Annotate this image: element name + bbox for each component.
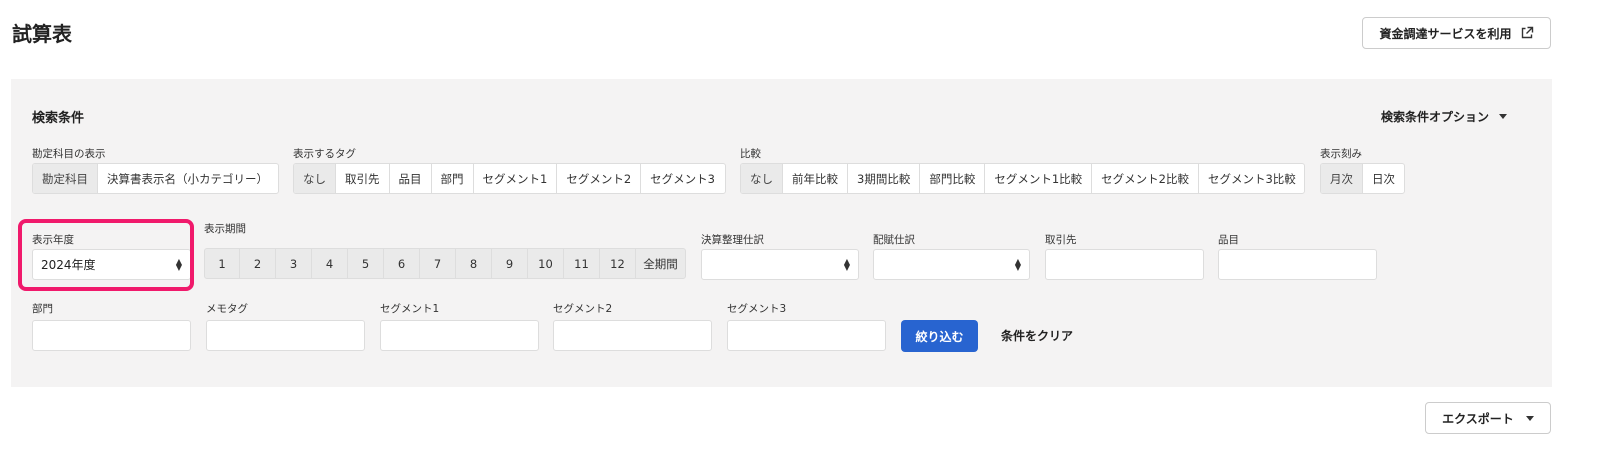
account-display-option-account[interactable]: 勘定科目 xyxy=(33,164,97,193)
granularity-option-monthly[interactable]: 月次 xyxy=(1321,164,1362,193)
department-input[interactable] xyxy=(32,320,191,351)
compare-option[interactable]: 部門比較 xyxy=(919,164,984,193)
filter-button[interactable]: 絞り込む xyxy=(901,320,978,352)
period-month[interactable]: 1 xyxy=(205,249,239,278)
clear-conditions-button[interactable]: 条件をクリア xyxy=(1001,327,1073,344)
period-all[interactable]: 全期間 xyxy=(635,249,685,278)
period-month[interactable]: 12 xyxy=(599,249,635,278)
item-input[interactable] xyxy=(1218,249,1377,280)
tag-option[interactable]: セグメント1 xyxy=(472,164,557,193)
caret-down-icon xyxy=(1525,415,1534,421)
period-month[interactable]: 10 xyxy=(527,249,563,278)
external-link-icon xyxy=(1521,26,1533,39)
period-month[interactable]: 9 xyxy=(491,249,527,278)
memo-tag-label: メモタグ xyxy=(206,303,248,315)
tag-option[interactable]: 部門 xyxy=(430,164,473,193)
fiscal-year-highlight xyxy=(18,219,194,291)
compare-option[interactable]: セグメント1比較 xyxy=(984,164,1091,193)
period-label: 表示期間 xyxy=(204,223,246,235)
period-month[interactable]: 7 xyxy=(419,249,455,278)
period-month[interactable]: 4 xyxy=(311,249,347,278)
search-options-label: 検索条件オプション xyxy=(1381,110,1490,124)
period-month[interactable]: 5 xyxy=(347,249,383,278)
compare-option[interactable]: セグメント2比較 xyxy=(1091,164,1198,193)
select-arrows-icon: ▲ ▼ xyxy=(1014,256,1021,272)
search-title: 検索条件 xyxy=(32,111,85,126)
search-options-toggle[interactable]: 検索条件オプション xyxy=(1381,108,1508,125)
partner-input[interactable] xyxy=(1045,249,1204,280)
compare-option[interactable]: 前年比較 xyxy=(782,164,847,193)
period-month[interactable]: 11 xyxy=(563,249,599,278)
tag-option[interactable]: 品目 xyxy=(388,164,431,193)
segment2-label: セグメント2 xyxy=(553,303,613,315)
granularity-label: 表示刻み xyxy=(1320,148,1362,160)
department-label: 部門 xyxy=(32,303,53,315)
tag-option[interactable]: セグメント3 xyxy=(640,164,724,193)
allocation-entries-label: 配賦仕訳 xyxy=(873,234,915,246)
caret-down-icon xyxy=(1499,114,1508,119)
compare-option[interactable]: セグメント3比較 xyxy=(1197,164,1304,193)
period-month[interactable]: 8 xyxy=(455,249,491,278)
compare-label: 比較 xyxy=(740,148,761,160)
period-month[interactable]: 3 xyxy=(275,249,311,278)
segment1-input[interactable] xyxy=(380,320,539,351)
compare-toggle: なし 前年比較 3期間比較 部門比較 セグメント1比較 セグメント2比較 セグメ… xyxy=(740,163,1305,194)
closing-entries-select[interactable]: ▲ ▼ xyxy=(701,249,859,280)
partner-label: 取引先 xyxy=(1045,234,1077,246)
segment3-input[interactable] xyxy=(727,320,886,351)
tags-toggle: なし 取引先 品目 部門 セグメント1 セグメント2 セグメント3 xyxy=(293,163,726,194)
period-toggle: 1 2 3 4 5 6 7 8 9 10 11 12 全期間 xyxy=(204,248,686,279)
granularity-option-daily[interactable]: 日次 xyxy=(1362,164,1404,193)
search-panel: 検索条件 検索条件オプション 勘定科目の表示 勘定科目 決算書表示名（小カテゴリ… xyxy=(11,79,1552,387)
account-display-label: 勘定科目の表示 xyxy=(32,148,106,160)
tags-label: 表示するタグ xyxy=(293,148,356,160)
export-label: エクスポート xyxy=(1442,411,1514,426)
account-display-option-statement-name[interactable]: 決算書表示名（小カテゴリー） xyxy=(97,164,277,193)
funding-service-label: 資金調達サービスを利用 xyxy=(1379,26,1512,41)
closing-entries-label: 決算整理仕訳 xyxy=(701,234,764,246)
compare-option[interactable]: 3期間比較 xyxy=(847,164,919,193)
compare-option[interactable]: なし xyxy=(741,164,782,193)
tag-option[interactable]: なし xyxy=(294,164,335,193)
tag-option[interactable]: セグメント2 xyxy=(556,164,640,193)
page-title: 試算表 xyxy=(12,22,72,46)
select-arrows-icon: ▲ ▼ xyxy=(843,256,850,272)
segment3-label: セグメント3 xyxy=(727,303,787,315)
tag-option[interactable]: 取引先 xyxy=(335,164,389,193)
period-month[interactable]: 6 xyxy=(383,249,419,278)
account-display-toggle: 勘定科目 決算書表示名（小カテゴリー） xyxy=(32,163,279,194)
granularity-toggle: 月次 日次 xyxy=(1320,163,1405,194)
segment2-input[interactable] xyxy=(553,320,712,351)
allocation-entries-select[interactable]: ▲ ▼ xyxy=(873,249,1030,280)
item-label: 品目 xyxy=(1218,234,1239,246)
funding-service-button[interactable]: 資金調達サービスを利用 xyxy=(1362,17,1551,49)
period-month[interactable]: 2 xyxy=(239,249,275,278)
memo-tag-input[interactable] xyxy=(206,320,365,351)
export-button[interactable]: エクスポート xyxy=(1425,402,1551,434)
segment1-label: セグメント1 xyxy=(380,303,440,315)
